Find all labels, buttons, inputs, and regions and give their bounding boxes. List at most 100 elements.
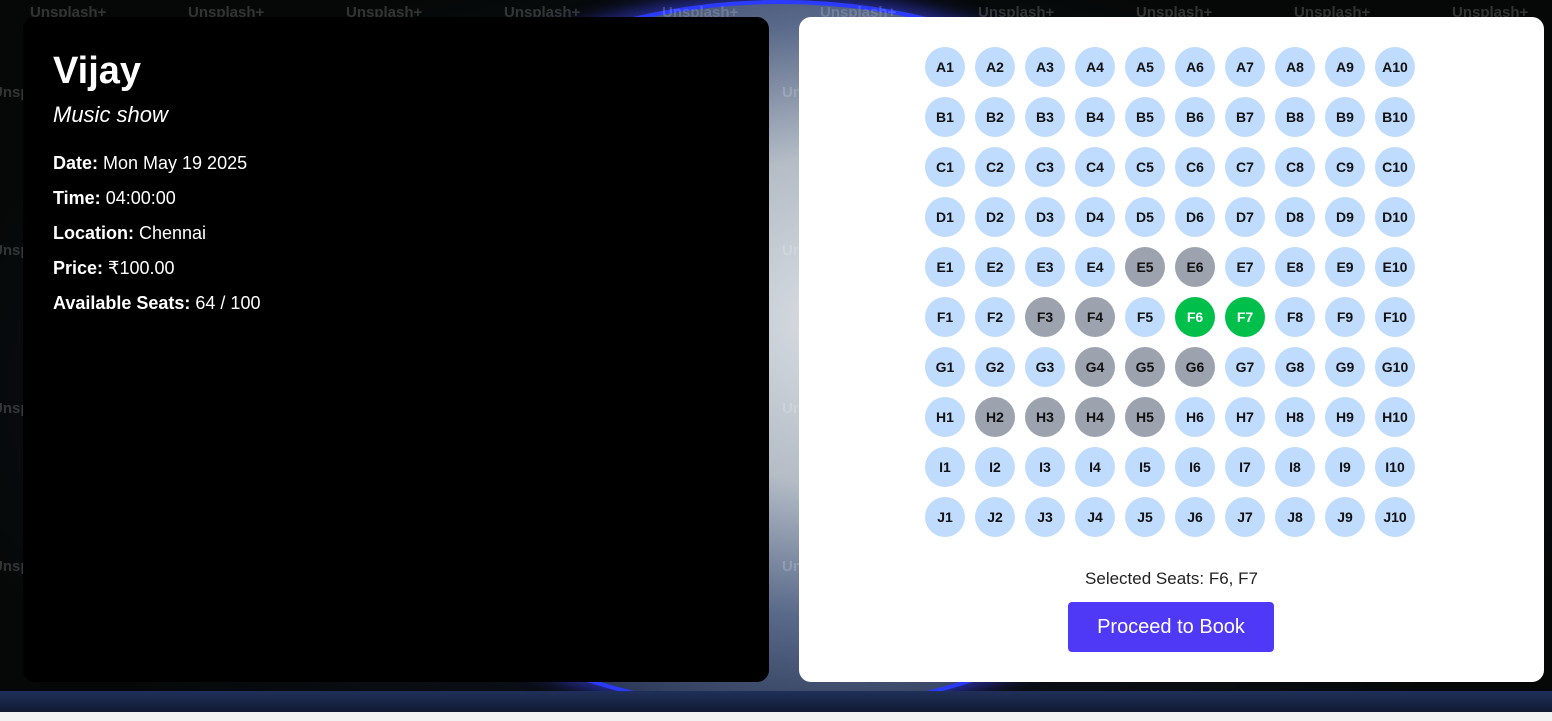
- seat-a6[interactable]: A6: [1175, 47, 1215, 87]
- event-detail: Price: ₹100.00: [53, 256, 739, 280]
- seat-d7[interactable]: D7: [1225, 197, 1265, 237]
- seat-a9[interactable]: A9: [1325, 47, 1365, 87]
- seat-e9[interactable]: E9: [1325, 247, 1365, 287]
- seat-h8[interactable]: H8: [1275, 397, 1315, 437]
- seat-f2[interactable]: F2: [975, 297, 1015, 337]
- seat-b8[interactable]: B8: [1275, 97, 1315, 137]
- seat-j3[interactable]: J3: [1025, 497, 1065, 537]
- seat-d2[interactable]: D2: [975, 197, 1015, 237]
- seat-i9[interactable]: I9: [1325, 447, 1365, 487]
- seat-c8[interactable]: C8: [1275, 147, 1315, 187]
- seat-a5[interactable]: A5: [1125, 47, 1165, 87]
- seat-b10[interactable]: B10: [1375, 97, 1415, 137]
- seat-f5[interactable]: F5: [1125, 297, 1165, 337]
- seat-e10[interactable]: E10: [1375, 247, 1415, 287]
- seat-e3[interactable]: E3: [1025, 247, 1065, 287]
- seat-f4: F4: [1075, 297, 1115, 337]
- seat-g5: G5: [1125, 347, 1165, 387]
- seat-d8[interactable]: D8: [1275, 197, 1315, 237]
- seat-j8[interactable]: J8: [1275, 497, 1315, 537]
- seat-d10[interactable]: D10: [1375, 197, 1415, 237]
- seat-h7[interactable]: H7: [1225, 397, 1265, 437]
- seat-i5[interactable]: I5: [1125, 447, 1165, 487]
- seat-h9[interactable]: H9: [1325, 397, 1365, 437]
- seat-h4: H4: [1075, 397, 1115, 437]
- seat-i1[interactable]: I1: [925, 447, 965, 487]
- seat-g8[interactable]: G8: [1275, 347, 1315, 387]
- seat-d6[interactable]: D6: [1175, 197, 1215, 237]
- detail-label: Available Seats:: [53, 293, 191, 313]
- seat-a7[interactable]: A7: [1225, 47, 1265, 87]
- seat-g1[interactable]: G1: [925, 347, 965, 387]
- seat-e4[interactable]: E4: [1075, 247, 1115, 287]
- seat-e1[interactable]: E1: [925, 247, 965, 287]
- seat-b7[interactable]: B7: [1225, 97, 1265, 137]
- seat-j10[interactable]: J10: [1375, 497, 1415, 537]
- seat-f6[interactable]: F6: [1175, 297, 1215, 337]
- seat-grid: A1 A2 A3 A4 A5 A6 A7 A8 A9 A10 B1 B2 B3 B4 B5 B6 B7 B8 B9 B…: [925, 47, 1415, 537]
- seat-e7[interactable]: E7: [1225, 247, 1265, 287]
- seat-h1[interactable]: H1: [925, 397, 965, 437]
- seat-i2[interactable]: I2: [975, 447, 1015, 487]
- seat-a3[interactable]: A3: [1025, 47, 1065, 87]
- seat-g7[interactable]: G7: [1225, 347, 1265, 387]
- seat-c5[interactable]: C5: [1125, 147, 1165, 187]
- seat-f10[interactable]: F10: [1375, 297, 1415, 337]
- seat-c1[interactable]: C1: [925, 147, 965, 187]
- seat-h6[interactable]: H6: [1175, 397, 1215, 437]
- detail-value: 04:00:00: [100, 188, 176, 208]
- seat-e2[interactable]: E2: [975, 247, 1015, 287]
- seat-a1[interactable]: A1: [925, 47, 965, 87]
- seat-i10[interactable]: I10: [1375, 447, 1415, 487]
- seat-f7[interactable]: F7: [1225, 297, 1265, 337]
- seat-d3[interactable]: D3: [1025, 197, 1065, 237]
- seat-j9[interactable]: J9: [1325, 497, 1365, 537]
- seat-d1[interactable]: D1: [925, 197, 965, 237]
- detail-value: Chennai: [134, 223, 207, 243]
- event-details: Date: Mon May 19 2025 Time: 04:00:00 Locat…: [53, 151, 739, 315]
- seat-g9[interactable]: G9: [1325, 347, 1365, 387]
- seat-c9[interactable]: C9: [1325, 147, 1365, 187]
- seat-i8[interactable]: I8: [1275, 447, 1315, 487]
- seat-a10[interactable]: A10: [1375, 47, 1415, 87]
- seat-j7[interactable]: J7: [1225, 497, 1265, 537]
- seat-j5[interactable]: J5: [1125, 497, 1165, 537]
- seat-a4[interactable]: A4: [1075, 47, 1115, 87]
- seat-i3[interactable]: I3: [1025, 447, 1065, 487]
- seat-c10[interactable]: C10: [1375, 147, 1415, 187]
- seat-g10[interactable]: G10: [1375, 347, 1415, 387]
- seat-j2[interactable]: J2: [975, 497, 1015, 537]
- seat-a8[interactable]: A8: [1275, 47, 1315, 87]
- seat-h2: H2: [975, 397, 1015, 437]
- seat-e8[interactable]: E8: [1275, 247, 1315, 287]
- seat-f1[interactable]: F1: [925, 297, 965, 337]
- seat-c2[interactable]: C2: [975, 147, 1015, 187]
- seat-j6[interactable]: J6: [1175, 497, 1215, 537]
- seat-a2[interactable]: A2: [975, 47, 1015, 87]
- seat-c3[interactable]: C3: [1025, 147, 1065, 187]
- seat-c4[interactable]: C4: [1075, 147, 1115, 187]
- seat-j1[interactable]: J1: [925, 497, 965, 537]
- seat-g2[interactable]: G2: [975, 347, 1015, 387]
- proceed-to-book-button[interactable]: Proceed to Book: [1068, 602, 1274, 652]
- seat-g3[interactable]: G3: [1025, 347, 1065, 387]
- seat-i4[interactable]: I4: [1075, 447, 1115, 487]
- seat-c6[interactable]: C6: [1175, 147, 1215, 187]
- seat-b4[interactable]: B4: [1075, 97, 1115, 137]
- seat-b9[interactable]: B9: [1325, 97, 1365, 137]
- seat-b2[interactable]: B2: [975, 97, 1015, 137]
- seat-d5[interactable]: D5: [1125, 197, 1165, 237]
- seat-b5[interactable]: B5: [1125, 97, 1165, 137]
- seat-d4[interactable]: D4: [1075, 197, 1115, 237]
- seat-c7[interactable]: C7: [1225, 147, 1265, 187]
- seat-i7[interactable]: I7: [1225, 447, 1265, 487]
- seat-i6[interactable]: I6: [1175, 447, 1215, 487]
- seat-b1[interactable]: B1: [925, 97, 965, 137]
- seat-d9[interactable]: D9: [1325, 197, 1365, 237]
- seat-j4[interactable]: J4: [1075, 497, 1115, 537]
- seat-b3[interactable]: B3: [1025, 97, 1065, 137]
- seat-b6[interactable]: B6: [1175, 97, 1215, 137]
- seat-f9[interactable]: F9: [1325, 297, 1365, 337]
- seat-h10[interactable]: H10: [1375, 397, 1415, 437]
- seat-f8[interactable]: F8: [1275, 297, 1315, 337]
